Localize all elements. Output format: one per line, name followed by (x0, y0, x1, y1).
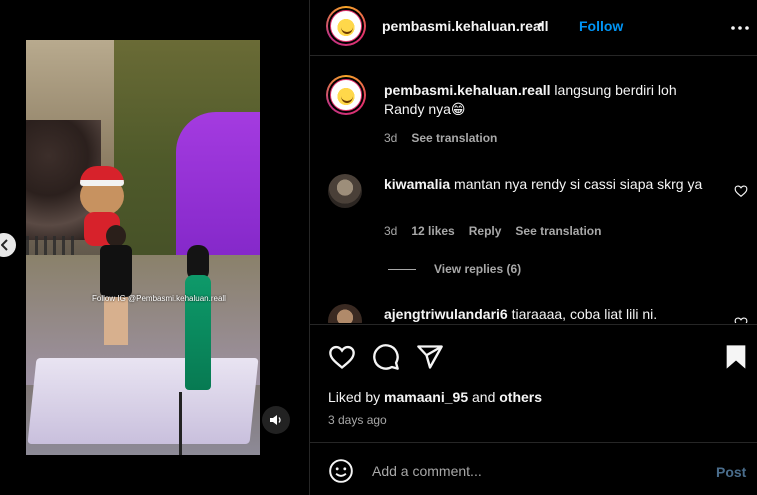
post-actions: Liked by mamaani_95 and others 3 days ag… (310, 324, 757, 442)
comment-likes[interactable]: 12 likes (411, 224, 454, 238)
comment-input[interactable] (372, 456, 692, 486)
comment: ajengtriwulandari6 tiaraaaa, coba liat l… (384, 305, 724, 323)
previous-button[interactable] (0, 233, 16, 257)
more-options-icon[interactable] (730, 18, 750, 38)
commenter-avatar[interactable] (328, 304, 362, 323)
comment-username[interactable]: ajengtriwulandari6 (384, 306, 508, 322)
stage (27, 358, 259, 444)
post-video[interactable]: Follow IG @Pembasmi.kehaluan.reall (26, 40, 260, 455)
view-replies-button[interactable]: View replies (6) (388, 262, 521, 276)
comment-time[interactable]: 3d (384, 224, 397, 238)
caption: pembasmi.kehaluan.reall langsung berdiri… (384, 81, 714, 119)
post-header: pembasmi.kehaluan.reall • Follow (310, 0, 757, 56)
liked-by-others[interactable]: others (499, 389, 542, 405)
comment-icon[interactable] (372, 343, 400, 371)
speaker-icon (270, 415, 281, 425)
share-icon[interactable] (416, 343, 444, 371)
like-comment-heart-icon[interactable] (734, 184, 748, 198)
like-heart-icon[interactable] (328, 343, 356, 371)
comment-username[interactable]: kiwamalia (384, 176, 450, 192)
see-translation-link[interactable]: See translation (515, 224, 601, 238)
header-separator: • (538, 16, 543, 32)
like-comment-heart-icon[interactable] (734, 316, 748, 323)
video-watermark: Follow IG @Pembasmi.kehaluan.reall (92, 294, 226, 303)
liked-by: Liked by mamaani_95 and others (328, 389, 542, 405)
liked-by-prefix: Liked by (328, 389, 381, 405)
comments-section[interactable]: pembasmi.kehaluan.reall langsung berdiri… (310, 57, 757, 323)
liked-by-user[interactable]: mamaani_95 (384, 389, 468, 405)
comment-meta: 3d 12 likes Reply See translation (384, 224, 601, 238)
see-translation-link[interactable]: See translation (411, 131, 497, 145)
comment-text: tiaraaaa, coba liat lili ni. (511, 306, 658, 322)
post-timestamp[interactable]: 3 days ago (328, 413, 387, 427)
emoji-icon[interactable] (328, 458, 354, 484)
comment: kiwamalia mantan nya rendy si cassi siap… (384, 175, 724, 194)
bookmark-icon[interactable] (722, 343, 750, 371)
post-comment-button[interactable]: Post (716, 464, 746, 480)
caption-meta: 3d See translation (384, 131, 497, 145)
liked-by-and: and (472, 389, 496, 405)
post-side-panel: pembasmi.kehaluan.reall • Follow pembasm… (309, 0, 757, 495)
reply-button[interactable]: Reply (469, 224, 502, 238)
follow-button[interactable]: Follow (579, 18, 623, 34)
chevron-left-icon (1, 239, 8, 251)
view-replies-label: View replies (6) (434, 262, 522, 276)
header-username[interactable]: pembasmi.kehaluan.reall (382, 18, 549, 34)
avatar[interactable] (326, 6, 366, 46)
comment-text: mantan nya rendy si cassi siapa skrg ya (454, 176, 703, 192)
media-panel: Follow IG @Pembasmi.kehaluan.reall (0, 0, 309, 495)
add-comment-bar: Post (310, 442, 757, 495)
caption-avatar[interactable] (326, 75, 366, 115)
caption-username[interactable]: pembasmi.kehaluan.reall (384, 82, 551, 98)
divider (388, 268, 416, 270)
mute-button[interactable] (262, 406, 290, 434)
caption-time[interactable]: 3d (384, 131, 397, 145)
commenter-avatar[interactable] (328, 174, 362, 208)
